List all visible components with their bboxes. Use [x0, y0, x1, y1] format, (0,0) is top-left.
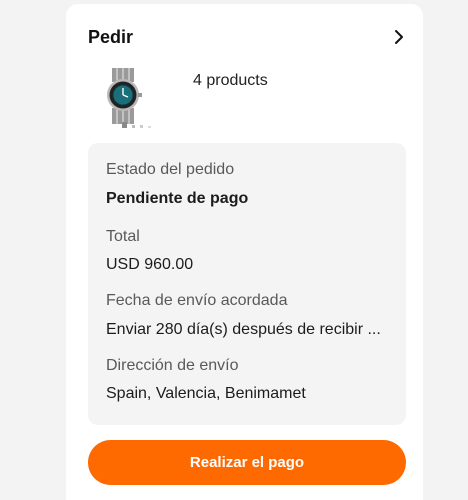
order-header[interactable]: Pedir: [88, 26, 407, 48]
address-label: Dirección de envío: [106, 357, 239, 374]
ship-date-value: Enviar 280 día(s) después de recibir ...: [106, 321, 381, 338]
address-value: Spain, Valencia, Benimamet: [106, 385, 306, 402]
order-details-panel: Estado del pedido Pendiente de pago Tota…: [88, 143, 406, 425]
status-value: Pendiente de pago: [106, 190, 249, 207]
product-count: 4 products: [193, 72, 268, 89]
ship-date-label: Fecha de envío acordada: [106, 292, 288, 309]
order-title: Pedir: [88, 26, 134, 47]
status-label: Estado del pedido: [106, 161, 235, 178]
total-value: USD 960.00: [106, 256, 194, 273]
watch-thumbnail-icon[interactable]: [100, 64, 164, 130]
pay-button[interactable]: Realizar el pago: [88, 440, 406, 485]
product-row[interactable]: 4 products: [100, 64, 401, 130]
total-label: Total: [106, 228, 140, 245]
chevron-right-icon[interactable]: [391, 28, 407, 46]
order-card: Pedir 4 products Estado del pedido Pendi…: [66, 4, 423, 500]
